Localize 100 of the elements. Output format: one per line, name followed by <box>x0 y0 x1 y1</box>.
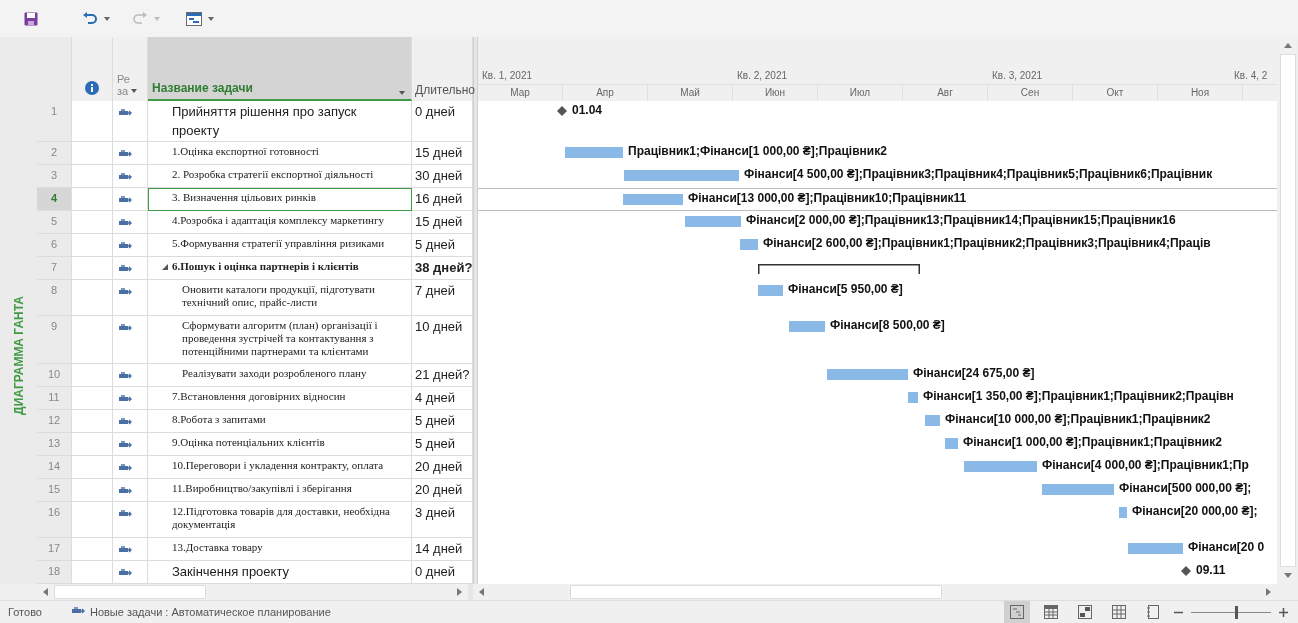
task-name: Закінчення проекту <box>172 563 289 581</box>
duration: 15 дней <box>412 142 473 165</box>
duration: 4 дней <box>412 387 473 410</box>
column-header[interactable] <box>72 37 113 101</box>
column-header[interactable]: Длительно <box>412 37 473 101</box>
quarter-label: Кв. 3, 2021 <box>992 70 1043 81</box>
bar-label: Фінанси[10 000,00 ₴];Працівник1;Працівник2 <box>945 412 1211 426</box>
task-name: 13.Доставка товару <box>172 541 263 554</box>
row-number[interactable]: 14 <box>37 456 72 479</box>
month-label: Апр <box>563 85 648 101</box>
scroll-left-icon[interactable] <box>43 588 48 596</box>
task-name: 3. Визначення цільових ринків <box>172 191 317 204</box>
task-name: 1.Оцінка експортної готовності <box>172 145 319 158</box>
row-number[interactable]: 1 <box>37 101 72 142</box>
scroll-right-icon[interactable] <box>457 588 462 596</box>
month-label: Июн <box>733 85 818 101</box>
table-icon[interactable] <box>1044 605 1058 619</box>
duration: 38 дней? <box>412 257 473 280</box>
duration: 20 дней <box>412 479 473 502</box>
bar-label: 09.11 <box>1196 563 1226 577</box>
duration: 20 дней <box>412 456 473 479</box>
dropdown-arrow-icon[interactable] <box>131 89 138 93</box>
bar-label: Фінанси[2 000,00 ₴];Працівник13;Працівник14;Працівник15;Працівник16 <box>746 213 1176 227</box>
view-label: ДИАГРАММА ГАНТА <box>11 296 26 415</box>
duration: 3 дней <box>412 502 473 538</box>
row-number[interactable]: 10 <box>37 364 72 387</box>
row-number[interactable]: 8 <box>37 280 72 316</box>
row-number[interactable]: 12 <box>37 410 72 433</box>
row-number[interactable]: 13 <box>37 433 72 456</box>
bar-label: Фінанси[4 500,00 ₴];Працівник3;Працівник4;Працівник5;Працівник6;Працівник <box>744 167 1213 181</box>
scrollbar-thumb[interactable] <box>54 585 206 599</box>
scheduling-mode[interactable]: Новые задачи : Автоматическое планирование <box>89 606 331 618</box>
bar-label: Фінанси[1 350,00 ₴];Працівник1;Працівник2;Працівн <box>923 389 1234 403</box>
duration: 0 дней <box>412 101 473 142</box>
row-number[interactable]: 5 <box>37 211 72 234</box>
duration: 7 дней <box>412 280 473 316</box>
duration: 5 дней <box>412 433 473 456</box>
duration: 5 дней <box>412 410 473 433</box>
month-label: Май <box>648 85 733 101</box>
task-name: 4.Розробка і адаптація комплексу маркетингу <box>172 214 384 227</box>
row-number[interactable]: 17 <box>37 538 72 561</box>
header-text: Название задачи <box>152 81 253 95</box>
bar-label: Фінанси[5 950,00 ₴] <box>788 282 903 296</box>
month-label: Авг <box>903 85 988 101</box>
caret-icon[interactable] <box>104 16 110 21</box>
row-number[interactable]: 11 <box>37 387 72 410</box>
task-name: 8.Робота з запитами <box>172 413 266 426</box>
zoom-in-icon[interactable] <box>1279 607 1288 617</box>
row-number[interactable]: 7 <box>37 257 72 280</box>
gantt-view-button[interactable] <box>1004 601 1030 623</box>
row-number[interactable]: 15 <box>37 479 72 502</box>
month-label: Ноя <box>1158 85 1243 101</box>
month-label: Сен <box>988 85 1073 101</box>
collapse-triangle-icon[interactable] <box>162 264 168 270</box>
scrollbar-thumb[interactable] <box>1279 54 1296 567</box>
scrollbar-thumb[interactable] <box>570 585 942 599</box>
task-name: Оновити каталоги продукції, підготувати технічний опис, прайс-листи <box>182 283 376 309</box>
bar-label: Фінанси[20 000,00 ₴]; <box>1132 504 1258 518</box>
column-header[interactable]: Ре за <box>113 37 148 101</box>
scroll-down-icon[interactable] <box>1283 573 1292 578</box>
row-number[interactable]: 6 <box>37 234 72 257</box>
quarter-label: Кв. 4, 2 <box>1234 70 1268 81</box>
bar-label: Фінанси[13 000,00 ₴];Працівник10;Працівник11 <box>688 191 967 205</box>
dropdown-arrow-icon[interactable] <box>399 91 405 95</box>
duration: 5 дней <box>412 234 473 257</box>
bar-label: Працівник1;Фінанси[1 000,00 ₴];Працівник2 <box>628 144 887 158</box>
undo-icon[interactable] <box>82 11 98 26</box>
save-icon[interactable] <box>24 11 38 26</box>
row-number[interactable]: 3 <box>37 165 72 188</box>
row-number[interactable]: 2 <box>37 142 72 165</box>
row-number[interactable]: 9 <box>37 316 72 364</box>
bar-label: Фінанси[8 500,00 ₴] <box>830 318 945 332</box>
task-name: 5.Формування стратегії управління ризиками <box>172 237 385 250</box>
task-name: Сформувати алгоритм (план) організації і проведення зустрічей та контактування з потенційними партнерами та клієнтами <box>182 319 379 358</box>
scroll-left-icon[interactable] <box>479 588 484 596</box>
gantt-chart-icon[interactable] <box>1010 605 1024 619</box>
duration: 10 дней <box>412 316 473 364</box>
task-name: 10.Переговори і укладення контракту, оплата <box>172 459 384 472</box>
notebook-icon[interactable] <box>1147 605 1159 619</box>
column-header[interactable]: Название задачи <box>148 37 412 101</box>
scroll-right-icon[interactable] <box>1266 588 1271 596</box>
month-label: Окт <box>1073 85 1158 101</box>
gantt-view-icon[interactable] <box>186 11 202 26</box>
milestone-icon <box>1181 566 1191 576</box>
status-text: Готово <box>8 606 42 618</box>
bar-label: Фінанси[500 000,00 ₴]; <box>1119 481 1252 495</box>
bar-label: Фінанси[1 000,00 ₴];Працівник1;Працівник2 <box>963 435 1222 449</box>
duration: 14 дней <box>412 538 473 561</box>
task-name: Реалізувати заходи розробленого плану <box>182 367 367 380</box>
task-name: 2. Розробка стратегії експортної діяльності <box>172 168 374 181</box>
caret-icon[interactable] <box>208 16 214 21</box>
quarter-label: Кв. 2, 2021 <box>737 70 788 81</box>
row-number[interactable]: 18 <box>37 561 72 584</box>
bar-label: Фінанси[4 000,00 ₴];Працівник1;Пр <box>1042 458 1249 472</box>
row-number[interactable]: 16 <box>37 502 72 538</box>
grid-icon[interactable] <box>1112 605 1126 619</box>
task-name: 6.Пошук і оцінка партнерів і клієнтів <box>172 260 359 273</box>
scroll-up-icon[interactable] <box>1283 43 1292 48</box>
planner-icon[interactable] <box>1078 605 1092 619</box>
row-number[interactable]: 4 <box>37 188 72 211</box>
